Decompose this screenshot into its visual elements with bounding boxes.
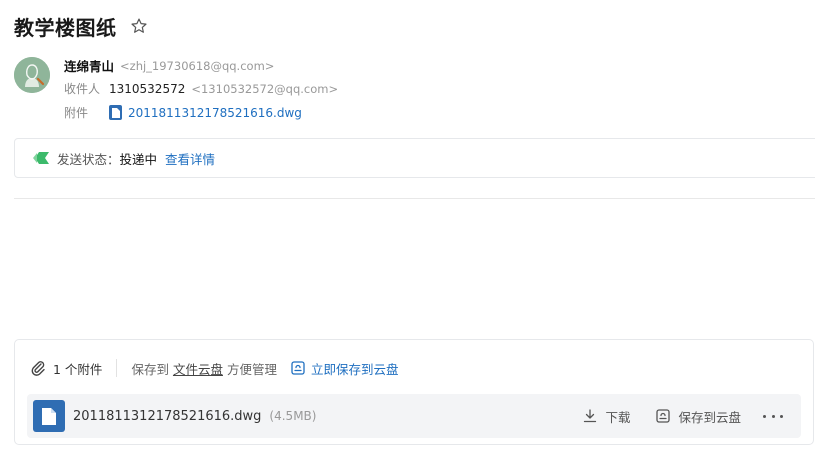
recipient-line: 收件人 1310532572 <1310532572@qq.com> [64, 80, 338, 97]
star-icon[interactable] [129, 16, 149, 36]
header-divider [14, 198, 815, 199]
download-button[interactable]: 下载 [583, 407, 630, 426]
recipient-label: 收件人 [64, 82, 101, 96]
mail-subject: 教学楼图纸 [14, 15, 117, 40]
status-label: 发送状态： [57, 151, 120, 167]
sender-name[interactable]: 连绵青山 [64, 56, 114, 75]
attachment-file-name[interactable]: 2011811312178521616.dwg [73, 409, 261, 424]
attachment-file-row[interactable]: 2011811312178521616.dwg (4.5MB) 下载 保存到云盘 [27, 394, 801, 438]
attachment-line: 附件 2011811312178521616.dwg [64, 104, 302, 121]
delivery-status-bar: 发送状态： 投递中 查看详情 [14, 138, 815, 178]
save-to-cloud-label: 保存到云盘 [678, 409, 741, 425]
download-label: 下载 [605, 409, 631, 425]
cloud-save-icon [291, 361, 305, 375]
sender-line: 连绵青山 <zhj_19730618@qq.com> [64, 56, 274, 75]
attachment-label: 附件 [64, 106, 89, 120]
file-actions: 下载 保存到云盘 [583, 394, 783, 438]
save-all-label: 立即保存到云盘 [310, 361, 399, 377]
send-status-icon [33, 152, 49, 164]
attachment-file-size: (4.5MB) [269, 409, 317, 423]
status-details-link[interactable]: 查看详情 [165, 149, 215, 168]
save-all-to-cloud-button[interactable]: 立即保存到云盘 [291, 359, 399, 378]
dwg-file-icon [33, 400, 65, 432]
sender-avatar[interactable] [14, 57, 50, 93]
attachment-link-label: 2011811312178521616.dwg [128, 105, 302, 120]
status-value: 投递中 [119, 151, 158, 167]
attachment-link[interactable]: 2011811312178521616.dwg [109, 105, 302, 120]
cloud-save-icon [656, 409, 671, 423]
attachment-panel: 1 个附件 保存到 文件云盘 方便管理 立即保存到云盘 201181131217… [14, 339, 814, 445]
attachment-count: 1 个附件 [53, 361, 103, 377]
recipient-name[interactable]: 1310532572 [109, 82, 185, 96]
download-icon [584, 409, 597, 423]
save-suffix: 方便管理 [226, 361, 277, 377]
sender-address: <zhj_19730618@qq.com> [120, 58, 275, 73]
attachment-panel-header: 1 个附件 保存到 文件云盘 方便管理 立即保存到云盘 [31, 358, 399, 378]
file-cloud-link[interactable]: 文件云盘 [173, 359, 223, 378]
file-icon [109, 105, 122, 120]
save-prefix: 保存到 [131, 361, 169, 377]
recipient-address: <1310532572@qq.com> [191, 81, 339, 96]
more-options-icon[interactable] [763, 414, 783, 418]
header-separator [116, 359, 118, 377]
paperclip-icon [31, 361, 45, 376]
mail-header: 教学楼图纸 [14, 12, 149, 40]
save-to-cloud-button[interactable]: 保存到云盘 [656, 407, 741, 426]
